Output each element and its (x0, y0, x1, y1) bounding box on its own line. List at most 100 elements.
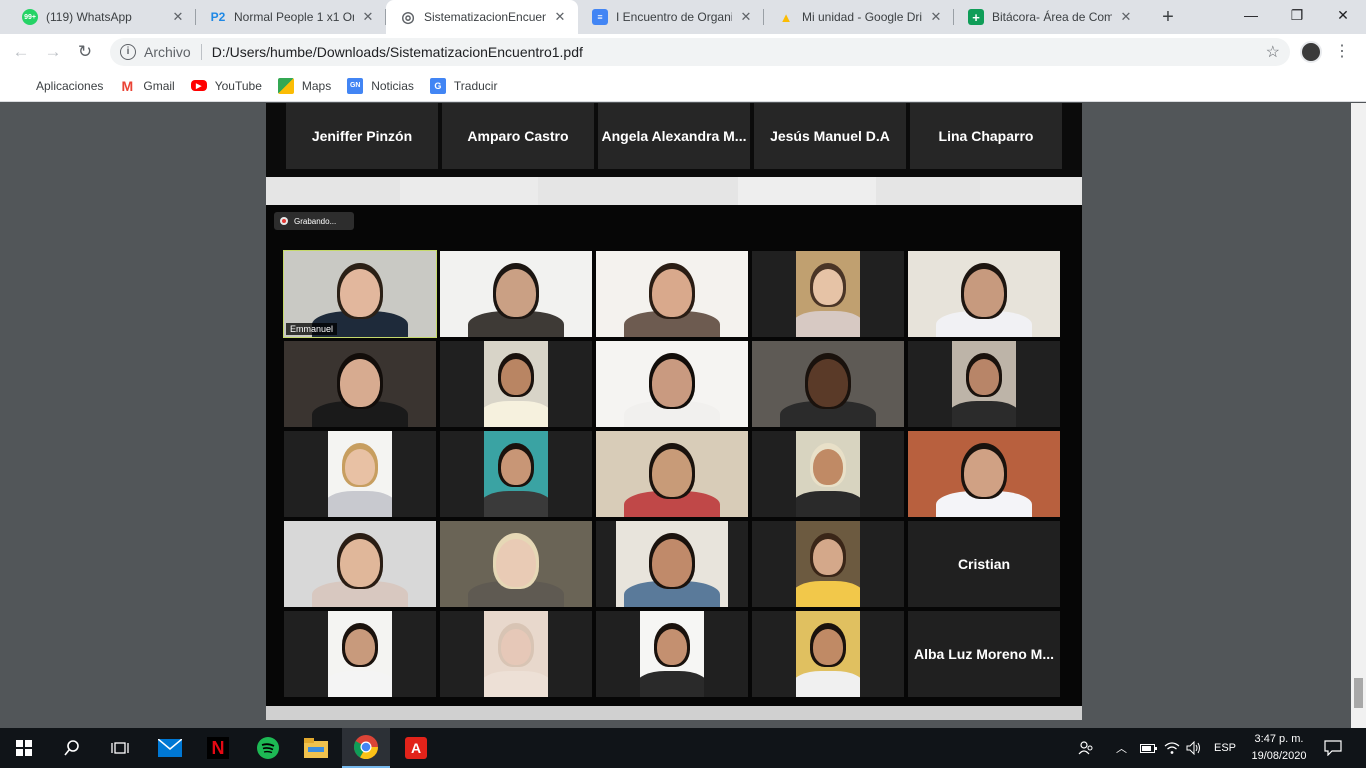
participant-tile (908, 431, 1060, 517)
webcam-feed (952, 341, 1016, 427)
participant-tile (440, 431, 592, 517)
windows-start-icon[interactable] (0, 728, 48, 768)
webcam-feed (796, 611, 860, 697)
chevron-up-icon[interactable]: ︿ (1116, 728, 1127, 768)
task-view-icon[interactable] (96, 728, 144, 768)
webcam-feed (796, 251, 860, 337)
mail-icon[interactable] (146, 728, 194, 768)
webcam-feed (284, 521, 436, 607)
google-drive-icon: ▲ (779, 9, 793, 25)
volume-icon[interactable] (1186, 728, 1202, 768)
person-body (796, 671, 860, 697)
tab-encuentro[interactable]: ≡ I Encuentro de Organizac ✕ (578, 0, 764, 34)
person-face (969, 359, 999, 395)
person-face (345, 629, 375, 665)
menu-dots-icon[interactable]: ⋮ (1334, 40, 1350, 64)
tab-title: Normal People 1 x1 Onli (234, 10, 354, 24)
back-button[interactable]: ← (8, 39, 34, 65)
webcam-feed (752, 341, 904, 427)
participant-tile: Cristian (908, 521, 1060, 607)
search-icon[interactable] (48, 728, 96, 768)
bookmark-apps[interactable]: Aplicaciones (14, 79, 103, 93)
bookmark-youtube[interactable]: ▶ YouTube (190, 79, 262, 93)
apps-grid-icon (14, 79, 28, 93)
tab-whatsapp[interactable]: 99+ (119) WhatsApp ✕ (8, 0, 196, 34)
acrobat-icon[interactable]: A (392, 728, 440, 768)
tab-normal-people[interactable]: P2 Normal People 1 x1 Onli ✕ (196, 0, 386, 34)
person-face (813, 269, 843, 305)
person-face (652, 449, 692, 497)
participant-tile (596, 611, 748, 697)
close-icon[interactable]: ✕ (552, 9, 568, 25)
bookmark-label: Maps (301, 78, 332, 93)
file-explorer-icon[interactable] (292, 728, 340, 768)
battery-icon[interactable] (1140, 728, 1158, 768)
pdf-page: Jeniffer Pinzón Amparo Castro Angela Ale… (266, 103, 1082, 720)
participant-tile (440, 251, 592, 337)
close-icon[interactable]: ✕ (738, 9, 754, 25)
whatsapp-icon: 99+ (22, 9, 38, 25)
clock[interactable]: 3:47 p. m. 19/08/2020 (1244, 731, 1314, 765)
url-text[interactable]: D:/Users/humbe/Downloads/Sistematizacion… (212, 44, 583, 60)
person-face (813, 539, 843, 575)
person-face (657, 629, 687, 665)
translate-icon: G (429, 77, 446, 94)
acrobat-glyph: A (405, 737, 427, 759)
participant-tile: Jesús Manuel D.A (754, 103, 906, 169)
bookmark-traducir[interactable]: G Traducir (429, 77, 498, 94)
windows-taskbar: N A ︿ ESP 3:47 p. m. 19/08/2020 (0, 728, 1366, 768)
webcam-feed (284, 341, 436, 427)
bookmark-star-icon[interactable]: ☆ (1266, 42, 1280, 62)
participant-tile (440, 521, 592, 607)
maps-icon (277, 77, 294, 94)
bookmark-maps[interactable]: Maps (277, 77, 332, 94)
notifications-icon[interactable] (1324, 728, 1342, 768)
person-body (796, 311, 860, 337)
chrome-icon[interactable] (342, 728, 390, 768)
tab-title: Mi unidad - Google Drive (802, 10, 922, 24)
reload-button[interactable]: ↻ (72, 39, 98, 65)
person-face (652, 359, 692, 407)
close-icon[interactable]: ✕ (360, 9, 376, 25)
info-icon[interactable]: i (120, 44, 136, 60)
wifi-icon[interactable] (1164, 728, 1180, 768)
recording-label: Grabando... (294, 216, 337, 226)
participant-tile (596, 251, 748, 337)
close-icon[interactable]: ✕ (928, 9, 944, 25)
participant-tile (284, 431, 436, 517)
window-close-button[interactable]: ✕ (1320, 0, 1366, 30)
netflix-icon[interactable]: N (194, 728, 242, 768)
person-body (484, 401, 548, 427)
scrollbar-thumb[interactable] (1354, 678, 1363, 708)
pdf-viewer[interactable]: Jeniffer Pinzón Amparo Castro Angela Ale… (0, 103, 1366, 728)
bookmark-label: Traducir (453, 78, 498, 93)
people-icon[interactable] (1078, 728, 1094, 768)
new-tab-button[interactable]: + (1155, 4, 1181, 30)
webcam-feed (484, 431, 548, 517)
minimize-button[interactable]: — (1228, 0, 1274, 30)
scrollbar[interactable] (1351, 103, 1366, 728)
forward-button[interactable]: → (40, 39, 66, 65)
spotify-icon[interactable] (244, 728, 292, 768)
participant-tile (440, 611, 592, 697)
tab-bitacora[interactable]: + Bitácora- Área de Comun ✕ (954, 0, 1144, 34)
divider (200, 44, 202, 60)
restore-button[interactable]: ❐ (1274, 0, 1320, 30)
language-indicator[interactable]: ESP (1214, 728, 1236, 768)
webcam-feed (796, 521, 860, 607)
person-face (501, 629, 531, 665)
close-icon[interactable]: ✕ (1118, 9, 1134, 25)
bookmark-noticias[interactable]: GN Noticias (347, 77, 414, 94)
webcam-feed (796, 431, 860, 517)
close-icon[interactable]: ✕ (170, 9, 186, 25)
tab-strip: 99+ (119) WhatsApp ✕ P2 Normal People 1 … (0, 0, 1366, 34)
participant-tile: Amparo Castro (442, 103, 594, 169)
profile-avatar[interactable] (1300, 41, 1322, 63)
address-bar[interactable]: i Archivo D:/Users/humbe/Downloads/Siste… (110, 38, 1290, 66)
bookmark-gmail[interactable]: M Gmail (119, 78, 175, 94)
tab-drive[interactable]: ▲ Mi unidad - Google Drive ✕ (764, 0, 954, 34)
tab-title: I Encuentro de Organizac (616, 10, 732, 24)
person-face (813, 449, 843, 485)
tab-sistematizacion[interactable]: ◎ SistematizacionEncuentro ✕ (386, 0, 578, 34)
bookmark-label: Gmail (143, 78, 175, 93)
